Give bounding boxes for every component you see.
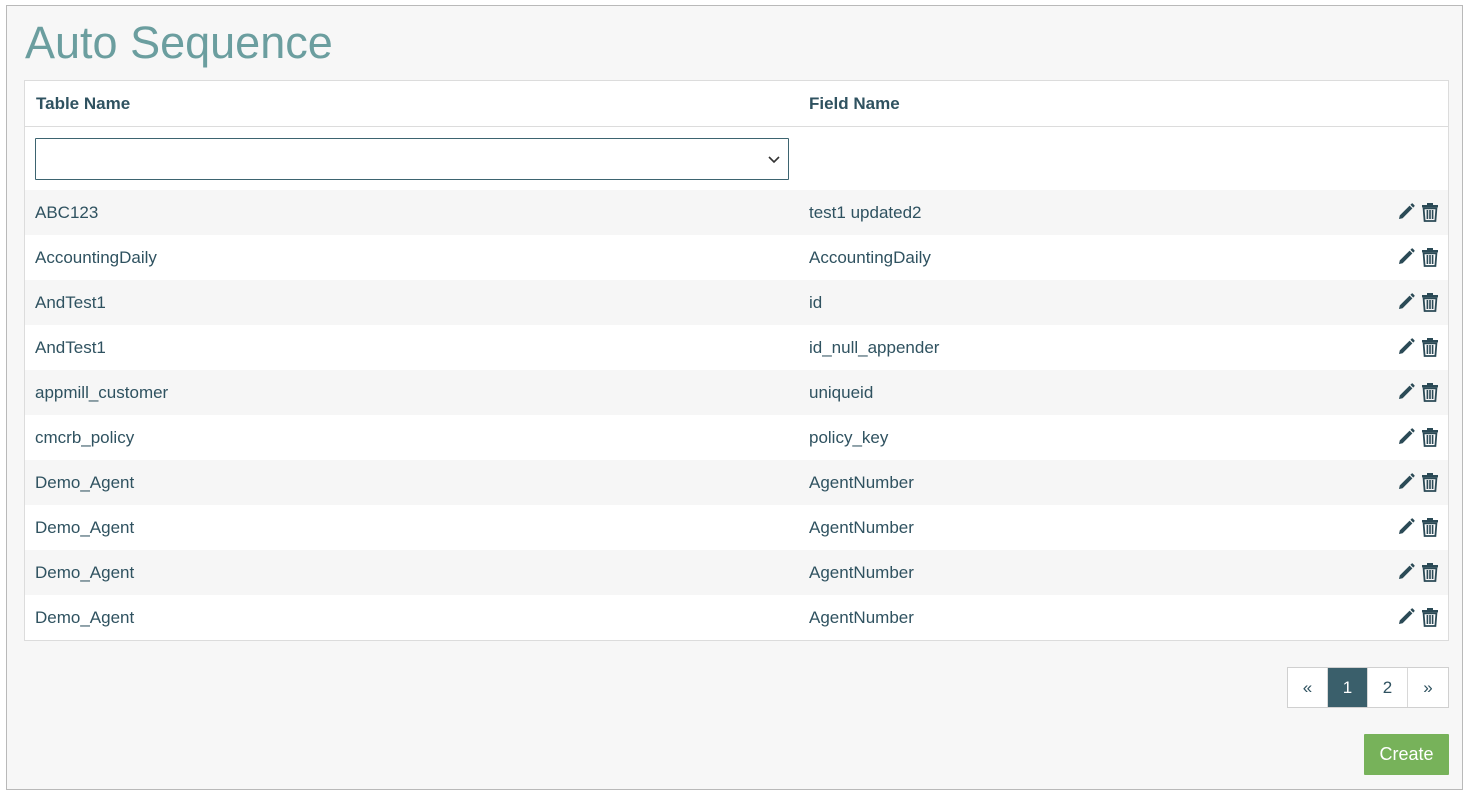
trash-icon[interactable] (1420, 607, 1440, 627)
cell-table-name: ABC123 (35, 203, 99, 222)
table-row: Demo_Agent AgentNumber (25, 505, 1448, 550)
cell-field-name: id (809, 293, 823, 312)
table-row: AndTest1 id_null_appender (25, 325, 1448, 370)
pencil-icon[interactable] (1396, 472, 1416, 492)
cell-table-name: Demo_Agent (35, 473, 135, 492)
cell-field-name: id_null_appender (809, 338, 940, 357)
trash-icon[interactable] (1420, 202, 1440, 222)
cell-field-name: test1 updated2 (809, 203, 922, 222)
row-actions (1396, 292, 1440, 312)
pagination-prev-button[interactable]: « (1288, 668, 1328, 707)
table-row: Demo_Agent AgentNumber (25, 595, 1448, 640)
pagination: « 1 2 » (1287, 667, 1449, 708)
cell-field-name: AccountingDaily (809, 248, 931, 267)
cell-field-name: uniqueid (809, 383, 874, 402)
filter-row (25, 127, 1448, 190)
pagination-next-button[interactable]: » (1408, 668, 1448, 707)
row-actions (1396, 517, 1440, 537)
cell-field-name: AgentNumber (809, 473, 914, 492)
table-body: ABC123 test1 updated2 AccountingDaily Ac… (25, 190, 1448, 640)
table-row: Demo_Agent AgentNumber (25, 550, 1448, 595)
page-title: Auto Sequence (25, 17, 333, 68)
table-row: AccountingDaily AccountingDaily (25, 235, 1448, 280)
trash-icon[interactable] (1420, 382, 1440, 402)
trash-icon[interactable] (1420, 517, 1440, 537)
row-actions (1396, 202, 1440, 222)
cell-table-name: Demo_Agent (35, 518, 135, 537)
row-actions (1396, 247, 1440, 267)
row-actions (1396, 472, 1440, 492)
pencil-icon[interactable] (1396, 337, 1416, 357)
pencil-icon[interactable] (1396, 517, 1416, 537)
cell-table-name: Demo_Agent (35, 608, 135, 627)
cell-field-name: AgentNumber (809, 608, 914, 627)
auto-sequence-table: Table Name Field Name ABC123 test1 updat… (24, 80, 1449, 641)
pagination-page-2-button[interactable]: 2 (1368, 668, 1408, 707)
cell-table-name: AccountingDaily (35, 248, 157, 267)
cell-table-name: Demo_Agent (35, 563, 135, 582)
trash-icon[interactable] (1420, 247, 1440, 267)
table-row: Demo_Agent AgentNumber (25, 460, 1448, 505)
column-header-table-name[interactable]: Table Name (36, 81, 130, 126)
table-header-row: Table Name Field Name (25, 81, 1448, 127)
row-actions (1396, 427, 1440, 447)
trash-icon[interactable] (1420, 472, 1440, 492)
page-frame: Auto Sequence Table Name Field Name ABC1… (6, 5, 1463, 790)
trash-icon[interactable] (1420, 292, 1440, 312)
column-header-field-name[interactable]: Field Name (809, 81, 900, 126)
create-button[interactable]: Create (1364, 734, 1449, 775)
table-row: cmcrb_policy policy_key (25, 415, 1448, 460)
cell-field-name: AgentNumber (809, 563, 914, 582)
row-actions (1396, 382, 1440, 402)
trash-icon[interactable] (1420, 427, 1440, 447)
cell-field-name: AgentNumber (809, 518, 914, 537)
cell-table-name: appmill_customer (35, 383, 169, 402)
cell-table-name: AndTest1 (35, 338, 106, 357)
trash-icon[interactable] (1420, 337, 1440, 357)
pencil-icon[interactable] (1396, 562, 1416, 582)
pencil-icon[interactable] (1396, 202, 1416, 222)
cell-table-name: cmcrb_policy (35, 428, 135, 447)
pencil-icon[interactable] (1396, 292, 1416, 312)
pencil-icon[interactable] (1396, 427, 1416, 447)
row-actions (1396, 337, 1440, 357)
trash-icon[interactable] (1420, 562, 1440, 582)
row-actions (1396, 607, 1440, 627)
chevron-down-icon (768, 156, 780, 164)
table-row: AndTest1 id (25, 280, 1448, 325)
cell-table-name: AndTest1 (35, 293, 106, 312)
row-actions (1396, 562, 1440, 582)
table-row: appmill_customer uniqueid (25, 370, 1448, 415)
cell-field-name: policy_key (809, 428, 889, 447)
pagination-page-1-button[interactable]: 1 (1328, 668, 1368, 707)
pencil-icon[interactable] (1396, 382, 1416, 402)
table-row: ABC123 test1 updated2 (25, 190, 1448, 235)
pencil-icon[interactable] (1396, 247, 1416, 267)
pencil-icon[interactable] (1396, 607, 1416, 627)
table-name-filter-select[interactable] (35, 138, 789, 180)
